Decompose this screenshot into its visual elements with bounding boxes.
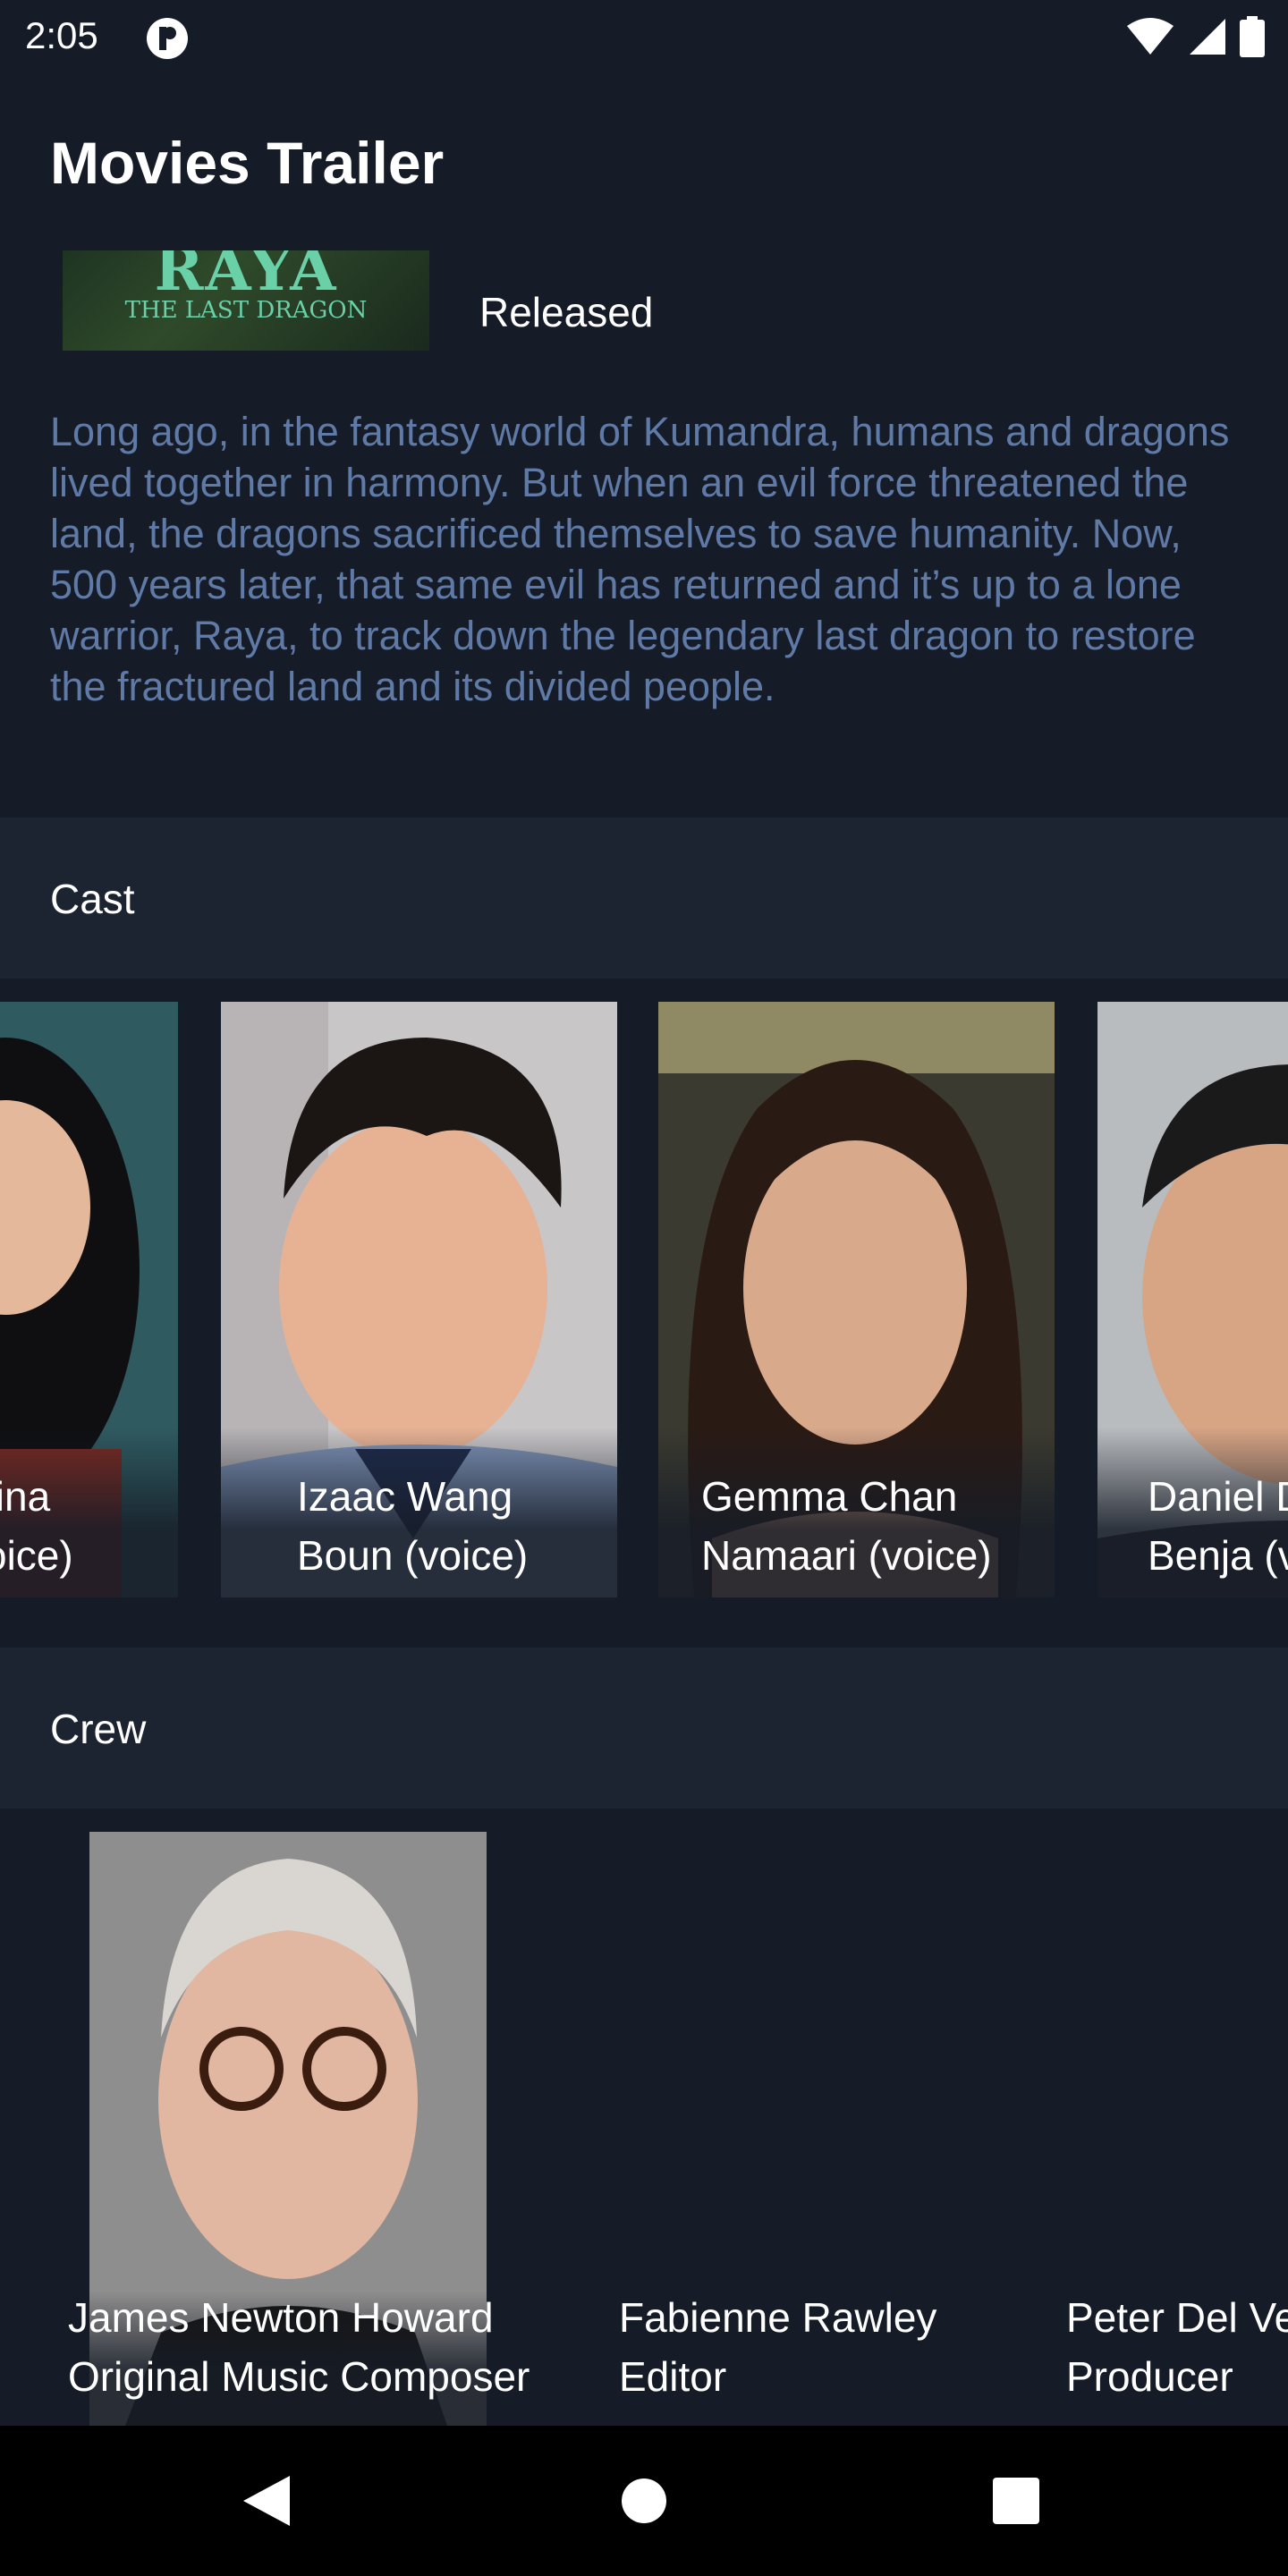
poster-subtitle: THE LAST DRAGON (124, 297, 368, 324)
cast-name: Daniel D (1148, 1473, 1288, 1520)
crew-job: Producer (1066, 2353, 1233, 2400)
cast-character: Boun (voice) (297, 1532, 529, 1579)
cast-character: Namaari (voice) (701, 1532, 992, 1579)
cast-card[interactable]: Izaac Wang Boun (voice) (221, 1002, 617, 1597)
home-icon[interactable] (621, 2478, 667, 2524)
crew-list[interactable]: James Newton Howard Original Music Compo… (0, 1832, 1288, 2426)
crew-card[interactable]: James Newton Howard Original Music Compo… (68, 1832, 569, 2426)
poster-title: RAYA (154, 250, 338, 304)
wifi-icon (1127, 18, 1174, 55)
cast-header-label: Cast (50, 876, 135, 922)
cast-section-header: Cast (0, 818, 1288, 979)
crew-name: Peter Del Ve (1066, 2294, 1288, 2341)
movie-details-content[interactable]: RAYA THE LAST DRAGON Released Long ago, … (0, 250, 1288, 2426)
crew-job: Original Music Composer (68, 2353, 530, 2400)
app-bar: Movies Trailer (0, 75, 1288, 250)
crew-card[interactable]: Peter Del Ve Producer (1066, 1832, 1288, 2426)
back-icon[interactable] (240, 2472, 293, 2529)
cast-card[interactable]: Gemma Chan Namaari (voice) (658, 1002, 1055, 1597)
crew-name: James Newton Howard (68, 2294, 494, 2341)
release-status: Released (479, 289, 654, 335)
crew-card[interactable]: Fabienne Rawley Editor (619, 1832, 1030, 2426)
cast-name: fina (0, 1473, 51, 1520)
cast-card[interactable]: fina oice) (0, 1002, 178, 1597)
recents-icon[interactable] (993, 2478, 1039, 2524)
cast-name: Gemma Chan (701, 1473, 958, 1520)
cellular-signal-icon (1190, 19, 1225, 55)
cast-character: Benja (v (1148, 1532, 1288, 1579)
crew-job: Editor (619, 2353, 727, 2400)
crew-header-label: Crew (50, 1706, 147, 1752)
cast-list[interactable]: fina oice) Izaac Wang Boun (voice) (0, 1002, 1288, 1597)
cast-character: oice) (0, 1532, 73, 1579)
page-title: Movies Trailer (50, 130, 445, 196)
movie-overview: Long ago, in the fantasy world of Kumand… (50, 409, 1230, 709)
status-bar: 2:05 (0, 0, 1288, 75)
cast-name: Izaac Wang (297, 1473, 513, 1520)
system-navigation-bar (0, 2426, 1288, 2576)
status-time: 2:05 (25, 14, 98, 56)
app-notification-icon (147, 18, 188, 59)
crew-section-header: Crew (0, 1648, 1288, 1809)
movie-poster: RAYA THE LAST DRAGON (63, 250, 429, 351)
crew-name: Fabienne Rawley (619, 2294, 937, 2341)
cast-card[interactable]: Daniel D Benja (v (1097, 1002, 1288, 1597)
battery-icon (1240, 16, 1265, 57)
